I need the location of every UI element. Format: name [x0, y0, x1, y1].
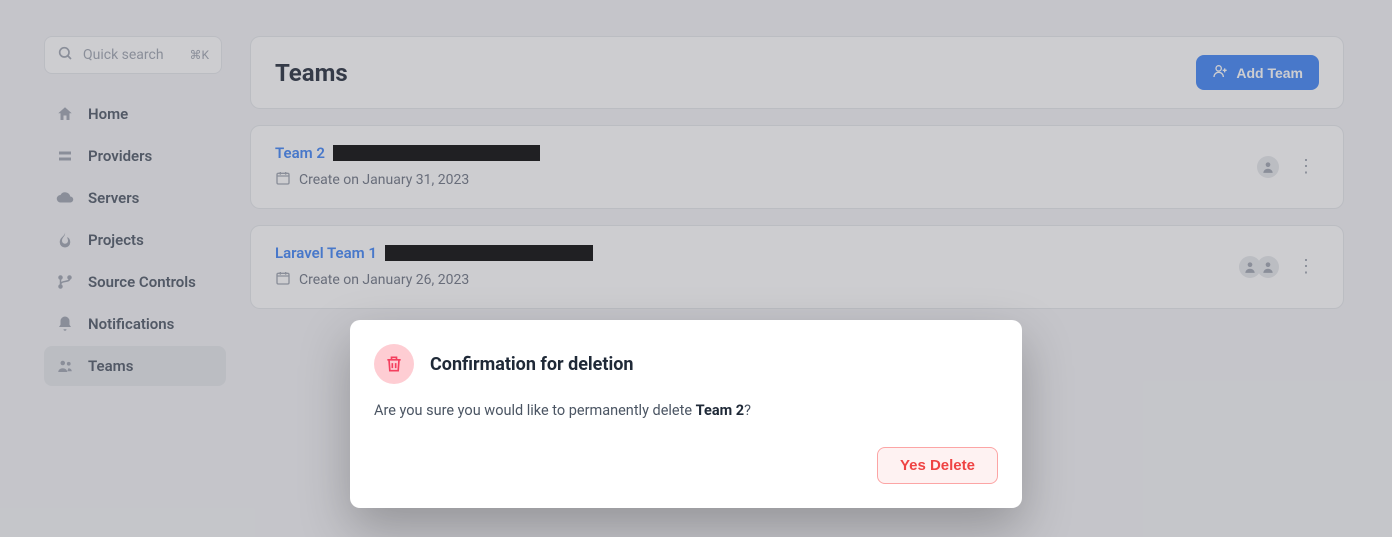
confirm-delete-button[interactable]: Yes Delete	[877, 447, 998, 484]
modal-title: Confirmation for deletion	[430, 354, 634, 375]
trash-icon	[374, 344, 414, 384]
modal-body: Are you sure you would like to permanent…	[374, 402, 998, 419]
delete-confirmation-modal: Confirmation for deletion Are you sure y…	[350, 320, 1022, 508]
